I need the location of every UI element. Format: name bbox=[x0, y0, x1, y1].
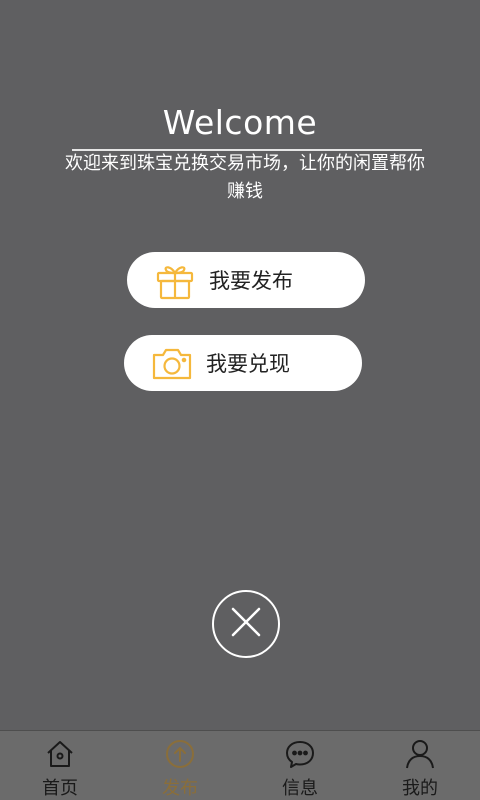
cash-out-button[interactable]: 我要兑现 bbox=[124, 335, 362, 391]
arrow-up-circle-icon bbox=[163, 737, 197, 770]
publish-button-label: 我要发布 bbox=[209, 269, 293, 293]
cash-out-button-label: 我要兑现 bbox=[206, 352, 290, 376]
close-button[interactable] bbox=[212, 590, 280, 658]
tab-home-label: 首页 bbox=[42, 778, 78, 799]
popup-overlay: Welcome 欢迎来到珠宝兑换交易市场，让你的闲置帮你赚钱 我要发布 我要兑现 bbox=[0, 0, 480, 800]
welcome-subtitle: 欢迎来到珠宝兑换交易市场，让你的闲置帮你赚钱 bbox=[65, 153, 425, 202]
bottom-tab-bar: 首页 发布 信息 我的 bbox=[0, 730, 480, 800]
home-icon bbox=[43, 737, 77, 770]
tab-mine-label: 我的 bbox=[402, 778, 438, 799]
tab-publish[interactable]: 发布 bbox=[120, 731, 240, 800]
camera-icon bbox=[150, 341, 194, 385]
tab-messages-label: 信息 bbox=[282, 778, 318, 799]
chat-bubble-icon bbox=[283, 737, 317, 770]
publish-button[interactable]: 我要发布 bbox=[127, 252, 365, 308]
gift-icon bbox=[153, 258, 197, 302]
close-icon bbox=[229, 605, 263, 643]
tab-messages[interactable]: 信息 bbox=[240, 731, 360, 800]
tab-home[interactable]: 首页 bbox=[0, 731, 120, 800]
screen: Welcome 欢迎来到珠宝兑换交易市场，让你的闲置帮你赚钱 我要发布 我要兑现… bbox=[0, 0, 480, 800]
tab-mine[interactable]: 我的 bbox=[360, 731, 480, 800]
welcome-title: Welcome bbox=[162, 103, 318, 142]
user-icon bbox=[403, 737, 437, 770]
tab-publish-label: 发布 bbox=[162, 778, 198, 799]
